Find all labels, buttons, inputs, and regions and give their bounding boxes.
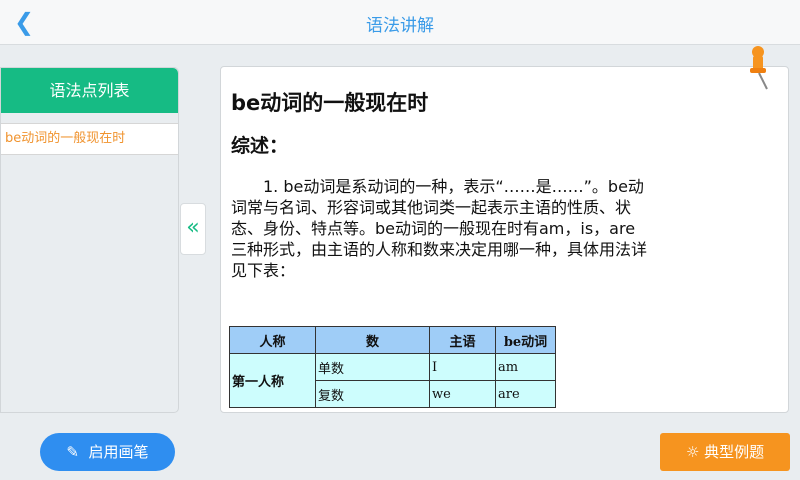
lightbulb-icon: ☼ [685,443,700,461]
table-cell: I [429,353,496,381]
table-cell: 单数 [315,353,430,381]
section-heading: 综述： [231,135,289,157]
article-paragraph: 1. be动词是系动词的一种，表示“……是……”。be动词常与名词、形容词或其他… [231,177,648,280]
article-title: be动词的一般现在时 [231,91,429,115]
collapse-panel-button[interactable]: « [180,203,206,255]
table-cell: are [495,380,556,408]
table-header: 主语 [429,326,496,354]
brush-icon: ✎ [66,443,79,461]
table-cell: am [495,353,556,381]
table-cell: 第一人称 [229,353,316,408]
list-item[interactable]: be动词的一般现在时 [1,123,178,155]
page-title: 语法讲解 [366,16,434,36]
grammar-list-panel: 语法点列表 be动词的一般现在时 [0,67,179,413]
typical-examples-label: 典型例题 [704,443,765,461]
be-verb-table: 人称 数 主语 be动词 第一人称 单数 I am 复数 we are [229,326,556,408]
table-header: 人称 [229,326,316,354]
table-header: be动词 [495,326,556,354]
table-row: 第一人称 单数 I am [229,353,556,408]
table-cell: we [429,380,496,408]
top-bar: ❮ 语法讲解 [0,0,800,45]
table-header: 数 [315,326,430,354]
typical-examples-button[interactable]: ☼ 典型例题 [660,433,790,471]
article-panel[interactable]: be动词的一般现在时 综述： 1. be动词是系动词的一种，表示“……是……”。… [220,66,789,413]
enable-pen-label: 启用画笔 [88,443,149,461]
table-cell: 复数 [315,380,430,408]
pin-icon[interactable] [745,42,775,92]
grammar-list-title: 语法点列表 [1,68,178,113]
enable-pen-button[interactable]: ✎ 启用画笔 [40,433,175,471]
